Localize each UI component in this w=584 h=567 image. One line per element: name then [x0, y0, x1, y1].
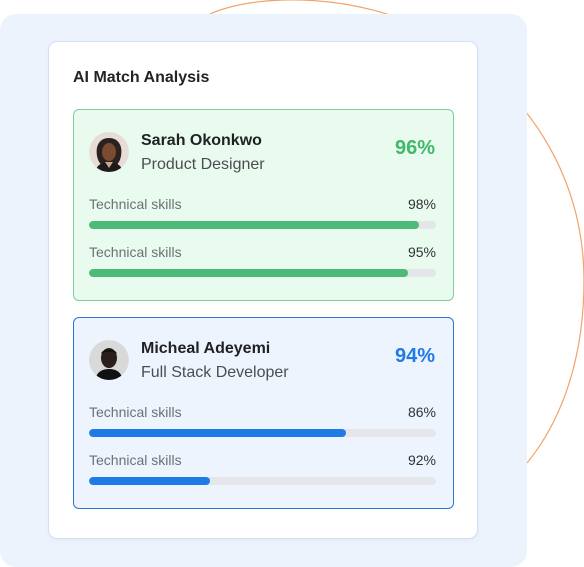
skill-value: 98% [407, 196, 436, 212]
skill-progress-track [89, 221, 436, 229]
skill-value: 86% [407, 404, 436, 420]
avatar-photo-2 [89, 340, 129, 380]
card-title: AI Match Analysis [73, 69, 210, 86]
skill-value: 92% [407, 452, 436, 468]
skill-label: Technical skills [89, 452, 182, 468]
skill-progress-fill [89, 429, 346, 437]
skill-progress-fill [89, 477, 211, 485]
skill-label: Technical skills [89, 404, 182, 420]
skill-label: Technical skills [89, 196, 182, 212]
stage: AI Match Analysis Sarah Okonkwo Product … [0, 0, 584, 567]
candidate-name: Sarah Okonkwo [141, 132, 262, 149]
candidate-name: Micheal Adeyemi [141, 340, 271, 357]
candidate-role: Full Stack Developer [141, 364, 289, 381]
avatar-photo-1 [89, 132, 129, 172]
match-score: 96% [394, 137, 435, 159]
skill-progress-fill [89, 269, 409, 277]
skill-row: Technical skills 98% [89, 195, 436, 229]
candidate-role: Product Designer [141, 156, 265, 173]
candidate-card-2[interactable]: Micheal Adeyemi Full Stack Developer 94%… [73, 317, 454, 509]
match-analysis-card: AI Match Analysis Sarah Okonkwo Product … [49, 42, 477, 538]
candidate-card-1[interactable]: Sarah Okonkwo Product Designer 96% Techn… [73, 109, 454, 301]
skill-progress-track [89, 429, 436, 437]
avatar [89, 132, 129, 172]
match-score: 94% [394, 345, 435, 367]
skill-value: 95% [407, 244, 436, 260]
skill-progress-track [89, 477, 436, 485]
skill-row: Technical skills 92% [89, 451, 436, 485]
skill-progress-fill [89, 221, 419, 229]
skill-row: Technical skills 95% [89, 243, 436, 277]
skill-row: Technical skills 86% [89, 403, 436, 437]
skill-label: Technical skills [89, 244, 182, 260]
avatar [89, 340, 129, 380]
skill-progress-track [89, 269, 436, 277]
